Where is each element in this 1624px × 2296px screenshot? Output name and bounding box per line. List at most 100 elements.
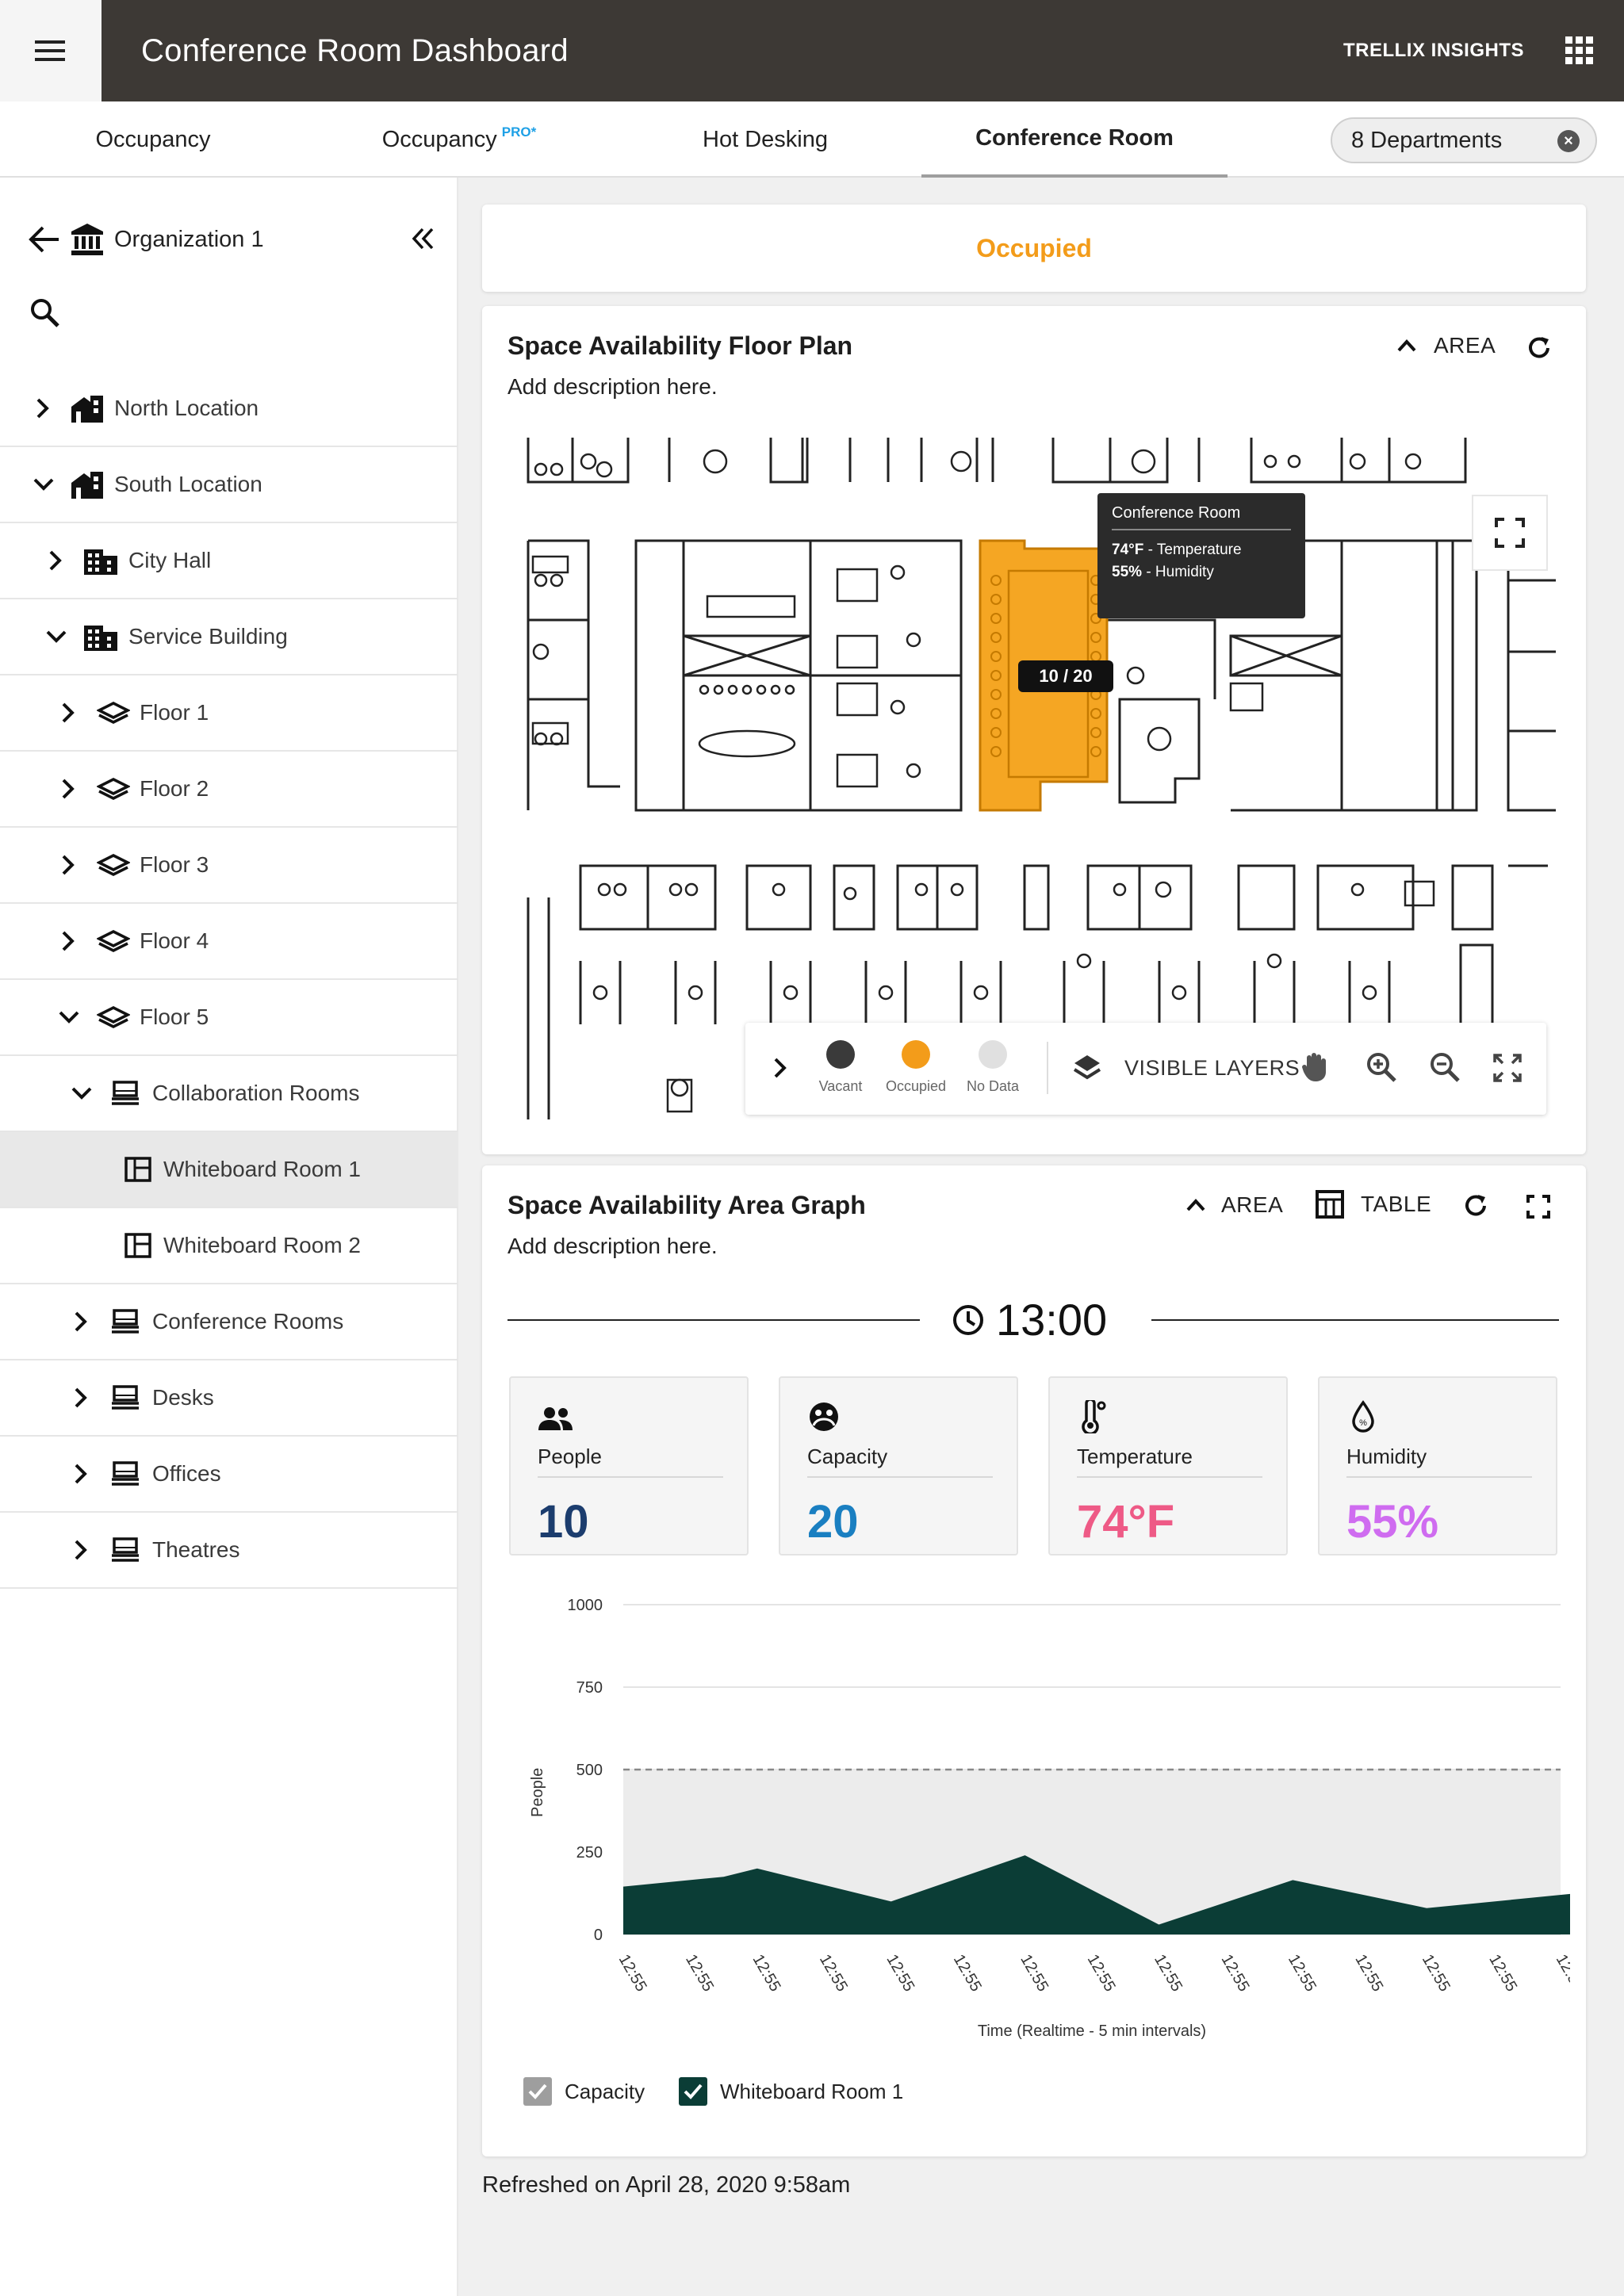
- sidebar: Organization 1 North Location South Loca…: [0, 178, 458, 2296]
- tooltip-title: Conference Room: [1112, 504, 1291, 530]
- thermometer-icon: [1082, 1400, 1106, 1433]
- x-tick-label: 12:55: [1084, 1952, 1119, 1995]
- clock-icon: [953, 1304, 983, 1335]
- status-banner: Occupied: [482, 205, 1586, 292]
- stat-label: Temperature: [1077, 1445, 1193, 1468]
- back-arrow-icon[interactable]: [29, 225, 60, 254]
- chevron-right-icon: [75, 1311, 87, 1332]
- zoom-out-icon[interactable]: [1429, 1051, 1461, 1083]
- tree-item-collaboration-rooms[interactable]: Collaboration Rooms: [0, 1056, 458, 1132]
- chevron-right-icon: [36, 398, 49, 419]
- x-tick-label: 12:55: [1285, 1952, 1320, 1995]
- people-icon: [538, 1407, 573, 1430]
- building-icon: [84, 626, 117, 651]
- x-tick-label: 12:55: [883, 1952, 917, 1995]
- organization-name: Organization 1: [114, 226, 264, 252]
- location-icon: [71, 472, 103, 499]
- tree-item-floor-1[interactable]: Floor 1: [0, 675, 458, 752]
- y-tick-label: 500: [576, 1762, 603, 1779]
- chevron-right-icon: [62, 779, 75, 799]
- tree-item-theatres[interactable]: Theatres: [0, 1513, 458, 1589]
- tree-item-floor-5[interactable]: Floor 5: [0, 980, 458, 1056]
- location-icon: [71, 396, 103, 423]
- current-time: 13:00: [952, 1294, 1107, 1345]
- chevron-right-icon: [75, 1387, 87, 1408]
- table-view-button[interactable]: TABLE: [1315, 1189, 1431, 1219]
- layers-icon[interactable]: [1072, 1053, 1102, 1083]
- search-icon[interactable]: [29, 297, 60, 328]
- x-tick-label: 12:55: [1017, 1952, 1051, 1995]
- room-icon: [124, 1233, 151, 1258]
- floor-plan-title: Space Availability Floor Plan: [508, 331, 853, 360]
- tree-item-south-location[interactable]: South Location: [0, 447, 458, 523]
- x-tick-label: 12:55: [816, 1952, 851, 1995]
- tab-conference-room[interactable]: Conference Room: [921, 101, 1228, 178]
- department-filter-chip[interactable]: 8 Departments ×: [1331, 117, 1597, 163]
- room-group-icon: [112, 1081, 139, 1105]
- visible-layers-button[interactable]: VISIBLE LAYERS: [1124, 1056, 1300, 1081]
- organization-icon: [71, 224, 103, 255]
- tooltip-hum-label: - Humidity: [1146, 564, 1214, 580]
- refresh-icon[interactable]: [1526, 335, 1553, 362]
- chevron-right-icon[interactable]: [772, 1056, 788, 1080]
- x-tick-label: 12:55: [1553, 1952, 1570, 1995]
- tree-item-whiteboard-room-1[interactable]: Whiteboard Room 1: [0, 1132, 458, 1208]
- tab-hot-desking[interactable]: Hot Desking: [612, 101, 918, 178]
- zoom-in-icon[interactable]: [1365, 1051, 1397, 1083]
- fullscreen-icon[interactable]: [1526, 1194, 1551, 1219]
- tree-item-floor-2[interactable]: Floor 2: [0, 752, 458, 828]
- x-tick-label: 12:55: [682, 1952, 717, 1995]
- stat-label: Humidity: [1346, 1445, 1427, 1468]
- table-icon: [1316, 1190, 1344, 1219]
- graph-area-toggle[interactable]: AREA: [1185, 1192, 1283, 1218]
- collapse-sidebar-icon[interactable]: [411, 227, 435, 251]
- y-axis-label: People: [529, 1768, 546, 1817]
- chevron-right-icon: [62, 931, 75, 951]
- x-tick-label: 12:55: [1485, 1952, 1520, 1995]
- y-tick-label: 0: [594, 1927, 603, 1944]
- legend-capacity[interactable]: Capacity: [523, 2077, 645, 2106]
- y-tick-label: 750: [576, 1679, 603, 1697]
- department-filter-label: 8 Departments: [1351, 127, 1503, 153]
- y-tick-label: 1000: [568, 1597, 603, 1614]
- tree-item-whiteboard-room-2[interactable]: Whiteboard Room 2: [0, 1208, 458, 1284]
- refresh-icon[interactable]: [1462, 1192, 1489, 1219]
- tree-item-floor-3[interactable]: Floor 3: [0, 828, 458, 904]
- status-label: Occupied: [976, 233, 1092, 262]
- tree-item-offices[interactable]: Offices: [0, 1437, 458, 1513]
- pan-hand-icon[interactable]: [1300, 1051, 1329, 1083]
- capacity-icon: [810, 1402, 838, 1431]
- tree-item-desks[interactable]: Desks: [0, 1360, 458, 1437]
- tab-occupancy[interactable]: Occupancy: [0, 101, 306, 178]
- building-icon: [84, 549, 117, 575]
- floor-layers-icon: [97, 1006, 130, 1028]
- checkbox-checked-icon: [679, 2077, 707, 2106]
- floor-plan-description: Add description here.: [508, 374, 718, 399]
- x-tick-label: 12:55: [749, 1952, 784, 1995]
- tree-item-service-building[interactable]: Service Building: [0, 599, 458, 675]
- fit-to-screen-icon[interactable]: [1492, 1053, 1522, 1083]
- tree-item-city-hall[interactable]: City Hall: [0, 523, 458, 599]
- room-occupancy-label: 10 / 20: [1018, 660, 1113, 692]
- floor-plan-map[interactable]: [517, 438, 1556, 1119]
- tree-item-floor-4[interactable]: Floor 4: [0, 904, 458, 980]
- clear-filter-icon[interactable]: ×: [1557, 130, 1580, 152]
- menu-button[interactable]: [0, 0, 102, 101]
- apps-grid-icon[interactable]: [1564, 35, 1595, 67]
- tooltip-temp-value: 74°F: [1112, 541, 1144, 558]
- stat-card-temperature: Temperature 74°F: [1048, 1376, 1288, 1556]
- chevron-down-icon: [59, 1011, 79, 1024]
- legend-vacant: Vacant: [817, 1040, 864, 1095]
- legend-whiteboard-room-1[interactable]: Whiteboard Room 1: [679, 2077, 903, 2106]
- area-toggle[interactable]: AREA: [1396, 333, 1496, 358]
- x-axis-label: Time (Realtime - 5 min intervals): [978, 2022, 1206, 2040]
- tree-item-conference-rooms[interactable]: Conference Rooms: [0, 1284, 458, 1360]
- chevron-up-icon: [1397, 339, 1416, 352]
- x-tick-label: 12:55: [1419, 1952, 1454, 1995]
- map-fullscreen-button[interactable]: [1472, 495, 1548, 571]
- tab-occupancy-pro[interactable]: Occupancy PRO*: [306, 101, 612, 178]
- stat-label: Capacity: [807, 1445, 888, 1468]
- chevron-down-icon: [33, 478, 54, 491]
- current-time-value: 13:00: [996, 1295, 1108, 1345]
- tree-item-north-location[interactable]: North Location: [0, 371, 458, 447]
